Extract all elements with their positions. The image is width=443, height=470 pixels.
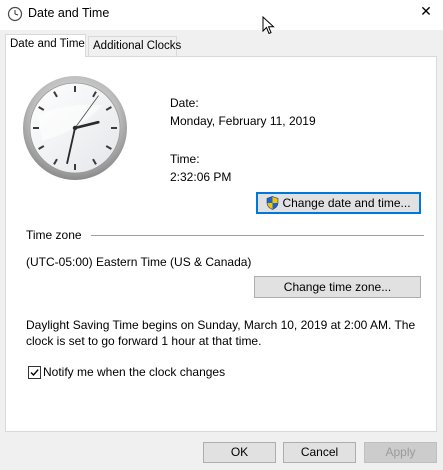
time-zone-heading: Time zone [26, 228, 82, 242]
section-divider [91, 235, 424, 236]
tab-date-and-time[interactable]: Date and Time [5, 34, 86, 57]
mouse-cursor-icon [262, 16, 275, 35]
checkmark-icon [30, 369, 39, 377]
dst-notice-line1: Daylight Saving Time begins on Sunday, M… [26, 318, 416, 332]
tab-additional-clocks[interactable]: Additional Clocks [88, 36, 181, 56]
analog-clock [23, 76, 127, 180]
date-value: Monday, February 11, 2019 [170, 114, 316, 128]
close-button[interactable]: ✕ [409, 0, 443, 24]
cancel-button[interactable]: Cancel [283, 442, 356, 463]
date-label: Date: [170, 96, 199, 110]
time-zone-value: (UTC-05:00) Eastern Time (US & Canada) [26, 255, 252, 269]
uac-shield-icon [267, 196, 279, 210]
notify-checkbox[interactable] [28, 366, 41, 379]
close-icon: ✕ [420, 3, 432, 19]
notify-label[interactable]: Notify me when the clock changes [43, 365, 225, 379]
dst-notice-line2: clock is set to go forward 1 hour at tha… [26, 334, 262, 348]
window-title: Date and Time [28, 6, 110, 20]
ok-button[interactable]: OK [203, 442, 276, 463]
clock-app-icon [7, 6, 23, 22]
tab-panel: Date: Monday, February 11, 2019 Time: 2:… [5, 56, 437, 432]
change-time-zone-button[interactable]: Change time zone... [254, 276, 421, 298]
time-label: Time: [170, 152, 200, 166]
title-bar: Date and Time ✕ [0, 0, 443, 30]
time-value: 2:32:06 PM [170, 170, 232, 184]
change-date-time-label: Change date and time... [282, 196, 411, 210]
apply-button[interactable]: Apply [364, 442, 437, 463]
change-date-time-button[interactable]: Change date and time... [256, 192, 421, 214]
